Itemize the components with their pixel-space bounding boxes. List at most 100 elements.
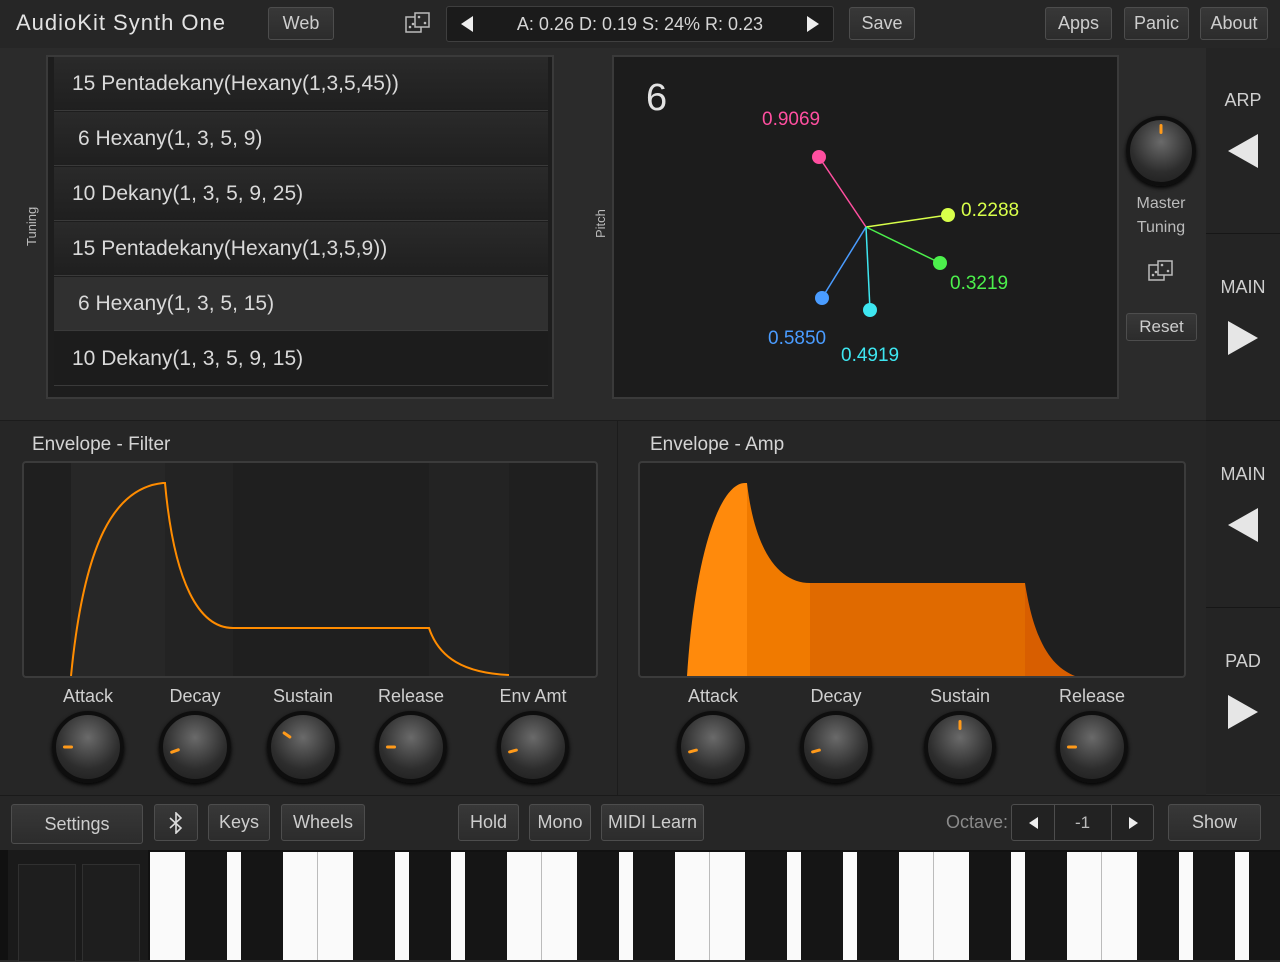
pitch-value-label: 0.4919 bbox=[841, 345, 900, 366]
mod-wheel[interactable] bbox=[82, 864, 140, 962]
filter-env-amt-label: Env Amt bbox=[499, 686, 567, 706]
filter-attack-knob[interactable] bbox=[52, 711, 124, 783]
mono-button[interactable]: Mono bbox=[529, 804, 591, 841]
web-button[interactable]: Web bbox=[268, 7, 334, 40]
piano-black-key[interactable] bbox=[241, 852, 283, 960]
piano-black-key[interactable] bbox=[1025, 852, 1067, 960]
filter-release-label: Release bbox=[377, 686, 445, 706]
amp-attack-label: Attack bbox=[687, 686, 739, 706]
piano-black-key[interactable] bbox=[465, 852, 507, 960]
amp-envelope-curve bbox=[687, 483, 1075, 676]
list-item[interactable]: 10 Dekany(1, 3, 5, 9, 15) bbox=[54, 332, 548, 386]
amp-sustain-label: Sustain bbox=[929, 686, 991, 706]
pitch-side-label: Pitch bbox=[593, 209, 608, 238]
piano-black-key[interactable] bbox=[185, 852, 227, 960]
keys-button[interactable]: Keys bbox=[208, 804, 270, 841]
amp-attack-knob[interactable] bbox=[677, 711, 749, 783]
side-nav-pad[interactable]: PAD bbox=[1206, 609, 1280, 795]
save-button[interactable]: Save bbox=[849, 7, 915, 40]
arrow-left-icon bbox=[1228, 134, 1258, 168]
preset-text: A: 0.26 D: 0.19 S: 24% R: 0.23 bbox=[516, 13, 764, 34]
octave-down-button[interactable] bbox=[1012, 805, 1055, 840]
wheels-button[interactable]: Wheels bbox=[281, 804, 365, 841]
octave-value: -1 bbox=[1074, 812, 1091, 832]
tuning-visualizer: 6 0.9069 0.2288 0.3219 0.5850 0.4919 bbox=[612, 55, 1119, 399]
piano-black-key[interactable] bbox=[633, 852, 675, 960]
octave-label: Octave: bbox=[946, 812, 1009, 832]
filter-release-knob[interactable] bbox=[375, 711, 447, 783]
envelope-amp-graph[interactable] bbox=[638, 461, 1186, 678]
amp-decay-label: Decay bbox=[810, 686, 862, 706]
list-item[interactable]: 10 Dekany(1, 3, 5, 9, 25) bbox=[54, 167, 548, 221]
piano-black-key[interactable] bbox=[577, 852, 619, 960]
filter-envelope-curve bbox=[70, 463, 510, 676]
octave-up-button[interactable] bbox=[1111, 805, 1154, 840]
envelope-filter-title: Envelope - Filter bbox=[32, 434, 171, 455]
pitch-value-label: 0.9069 bbox=[762, 109, 821, 130]
triangle-right-icon bbox=[807, 16, 819, 32]
arrow-right-icon bbox=[1228, 695, 1258, 729]
pitch-value-label: 0.3219 bbox=[950, 273, 1009, 294]
pitch-wheel[interactable] bbox=[18, 864, 76, 962]
piano-black-key[interactable] bbox=[409, 852, 451, 960]
amp-sustain-knob[interactable] bbox=[924, 711, 996, 783]
panic-button[interactable]: Panic bbox=[1124, 7, 1189, 40]
tuning-list[interactable]: 15 Pentadekany(Hexany(1,3,5,45)) 6 Hexan… bbox=[46, 55, 554, 399]
amp-release-label: Release bbox=[1058, 686, 1126, 706]
piano-black-key[interactable] bbox=[353, 852, 395, 960]
master-tuning-label-line1: Master bbox=[1136, 195, 1186, 212]
side-nav-label: MAIN bbox=[1220, 464, 1266, 484]
arrow-left-icon bbox=[1228, 508, 1258, 542]
triangle-right-icon bbox=[1128, 816, 1138, 829]
piano-black-key[interactable] bbox=[969, 852, 1011, 960]
top-bar: AudioKit Synth One Web A: 0.26 D: 0.19 S… bbox=[0, 0, 1280, 49]
preset-display: A: 0.26 D: 0.19 S: 24% R: 0.23 bbox=[446, 6, 834, 42]
master-tuning-label-line2: Tuning bbox=[1136, 219, 1186, 236]
side-nav: ARP MAIN MAIN PAD bbox=[1206, 48, 1280, 794]
envelope-amp-title: Envelope - Amp bbox=[650, 434, 785, 455]
reset-button[interactable]: Reset bbox=[1126, 313, 1197, 341]
piano-black-key[interactable] bbox=[857, 852, 899, 960]
piano-black-key[interactable] bbox=[1137, 852, 1179, 960]
list-item[interactable]: 15 Pentadekany(Hexany(1,3,5,9)) bbox=[54, 222, 548, 276]
filter-sustain-knob[interactable] bbox=[267, 711, 339, 783]
pitch-value-label: 0.5850 bbox=[768, 328, 827, 349]
envelope-filter-graph[interactable] bbox=[22, 461, 598, 678]
list-item-selected[interactable]: 6 Hexany(1, 3, 5, 15) bbox=[54, 277, 548, 331]
piano-black-key[interactable] bbox=[801, 852, 843, 960]
piano-black-key[interactable] bbox=[745, 852, 787, 960]
filter-env-amt-knob[interactable] bbox=[497, 711, 569, 783]
list-item[interactable]: 15 Pentadekany(Hexany(1,3,5,45)) bbox=[54, 57, 548, 111]
bluetooth-icon bbox=[169, 811, 183, 834]
hold-button[interactable]: Hold bbox=[458, 804, 519, 841]
apps-button[interactable]: Apps bbox=[1045, 7, 1112, 40]
settings-button[interactable]: Settings bbox=[11, 804, 143, 844]
about-button[interactable]: About bbox=[1200, 7, 1268, 40]
dice-icon[interactable] bbox=[405, 12, 431, 36]
list-item[interactable]: 6 Hexany(1, 3, 5, 9) bbox=[54, 112, 548, 166]
arrow-right-icon bbox=[1228, 321, 1258, 355]
amp-release-knob[interactable] bbox=[1056, 711, 1128, 783]
piano-black-key[interactable] bbox=[1249, 852, 1280, 960]
piano-black-key[interactable] bbox=[1193, 852, 1235, 960]
dice-icon[interactable] bbox=[1148, 260, 1174, 284]
next-preset-button[interactable] bbox=[807, 16, 819, 32]
keyboard bbox=[0, 850, 1280, 962]
show-button[interactable]: Show bbox=[1168, 804, 1261, 841]
tuning-side-label: Tuning bbox=[24, 206, 39, 246]
filter-decay-knob[interactable] bbox=[159, 711, 231, 783]
octave-stepper: -1 bbox=[1011, 804, 1154, 841]
side-nav-main-next[interactable]: MAIN bbox=[1206, 235, 1280, 421]
filter-sustain-label: Sustain bbox=[272, 686, 334, 706]
divider bbox=[617, 421, 618, 795]
midi-learn-button[interactable]: MIDI Learn bbox=[601, 804, 704, 841]
amp-decay-knob[interactable] bbox=[800, 711, 872, 783]
side-nav-arp[interactable]: ARP bbox=[1206, 48, 1280, 234]
side-nav-label: PAD bbox=[1225, 651, 1261, 671]
side-nav-label: ARP bbox=[1224, 90, 1262, 110]
side-nav-main-prev[interactable]: MAIN bbox=[1206, 422, 1280, 608]
bluetooth-button[interactable] bbox=[154, 804, 198, 841]
bottom-toolbar: Settings Keys Wheels Hold Mono MIDI Lear… bbox=[0, 795, 1280, 851]
master-tuning-knob[interactable] bbox=[1126, 116, 1196, 186]
filter-decay-label: Decay bbox=[169, 686, 221, 706]
